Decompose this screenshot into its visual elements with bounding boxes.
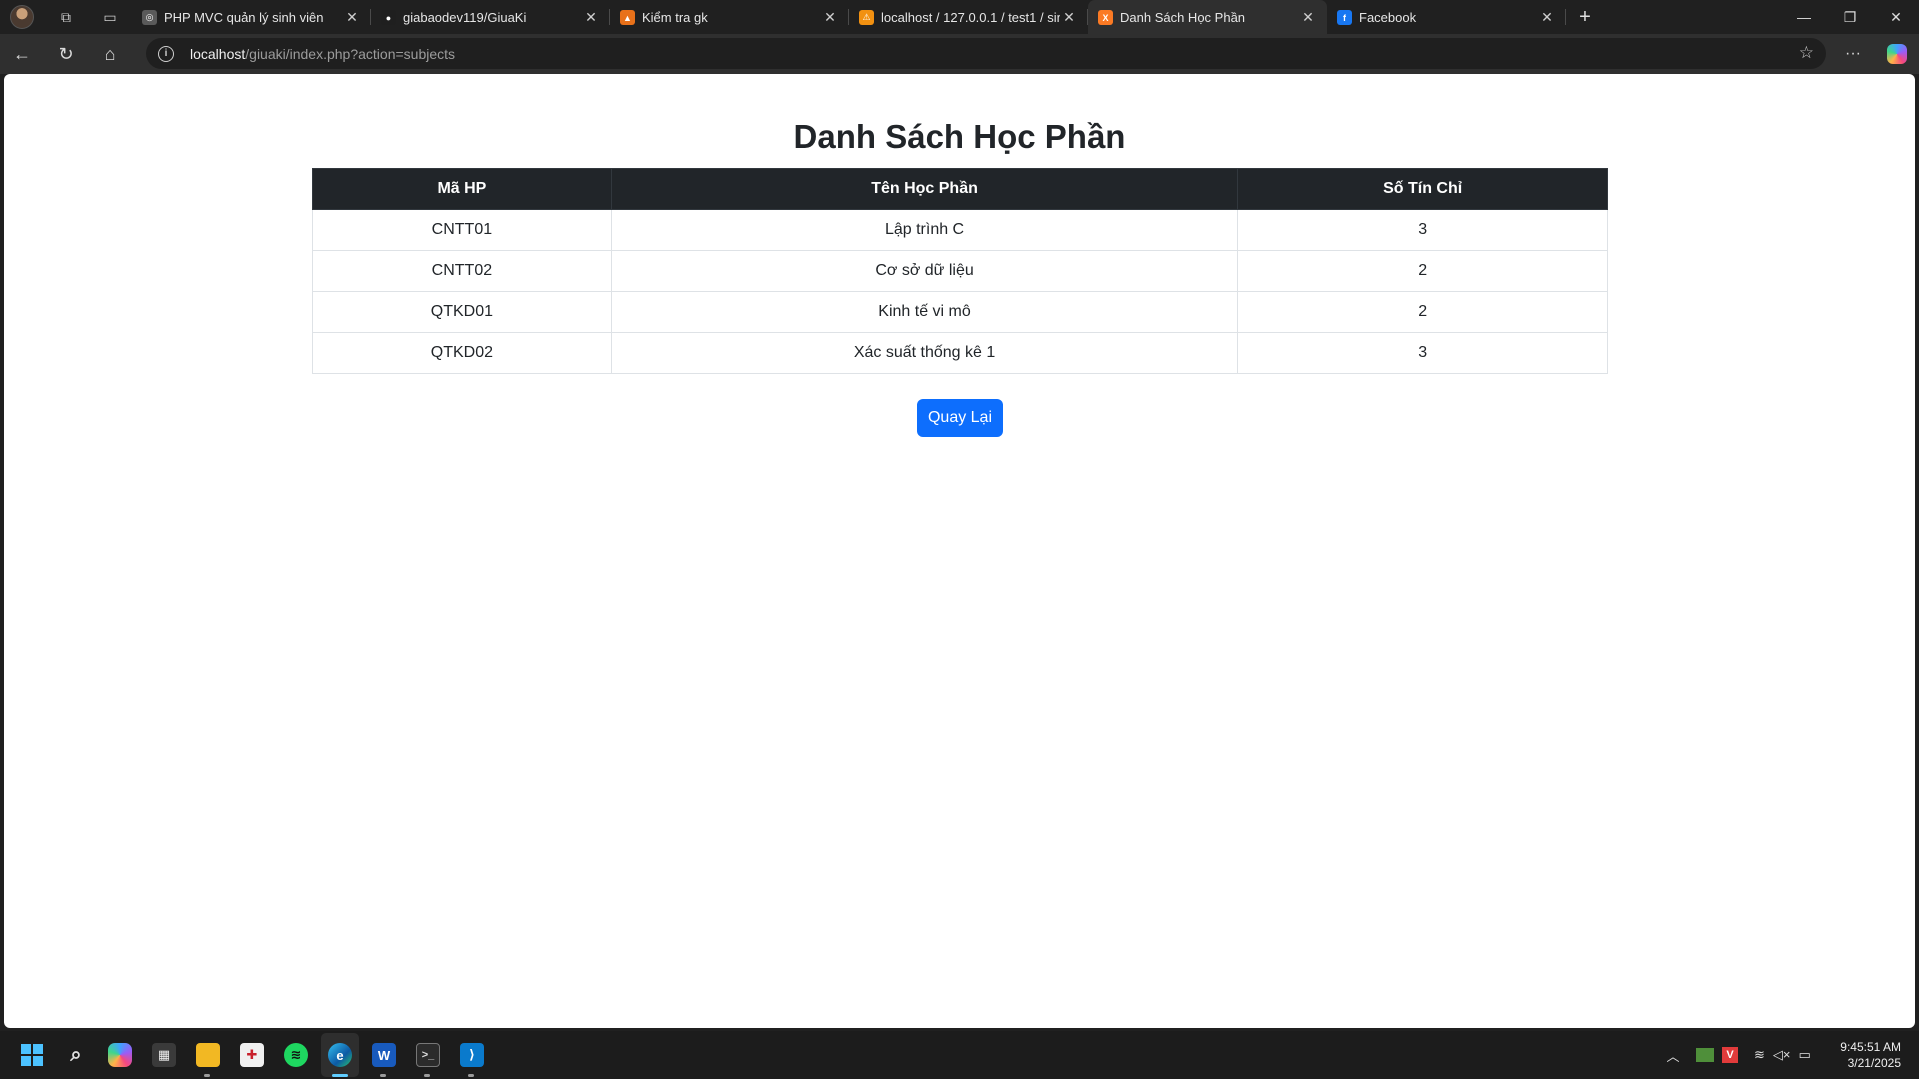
running-indicator: [424, 1074, 430, 1077]
browser-tab[interactable]: X Danh Sách Học Phần ✕: [1088, 0, 1327, 34]
url-path: /giuaki/index.php?action=subjects: [245, 45, 456, 62]
favorite-star-icon[interactable]: ☆: [1799, 43, 1814, 63]
column-header-name: Tên Học Phần: [610, 168, 1239, 210]
windows-start-icon[interactable]: [20, 1043, 44, 1067]
workspaces-icon[interactable]: ⧉: [44, 0, 88, 34]
page-viewport: Danh Sách Học Phần Mã HP Tên Học Phần Số…: [4, 74, 1915, 1028]
copilot-button[interactable]: [1875, 34, 1919, 74]
minimize-icon[interactable]: —: [1781, 0, 1827, 34]
app-grid-icon[interactable]: ✚: [240, 1043, 264, 1067]
clock-time: 9:45:51 AM: [1840, 1040, 1901, 1054]
spotify-icon[interactable]: ≋: [284, 1043, 308, 1067]
taskbar: ⌕ ▦ ✚ ≋ e W >_ ⟩ ︿ V ≋ ◁× ▭ 9:45:51 AM 3…: [0, 1031, 1919, 1079]
vivaldi-tray-icon[interactable]: V: [1722, 1047, 1738, 1063]
new-tab-button[interactable]: +: [1566, 0, 1604, 34]
tab-title: Facebook: [1359, 9, 1417, 25]
clock-date: 3/21/2025: [1847, 1056, 1901, 1070]
cell-code: QTKD02: [312, 332, 612, 374]
browser-tab[interactable]: ◎ PHP MVC quản lý sinh viên ✕: [132, 0, 371, 34]
file-explorer-icon[interactable]: [196, 1043, 220, 1067]
column-header-credits: Số Tín Chỉ: [1237, 168, 1608, 210]
tab-title: localhost / 127.0.0.1 / test1 / sinh: [881, 9, 1060, 25]
cell-credits: 2: [1237, 250, 1608, 292]
close-window-icon[interactable]: ✕: [1873, 0, 1919, 34]
tray-app-icon[interactable]: [1696, 1048, 1714, 1062]
clock[interactable]: 9:45:51 AM 3/21/2025: [1840, 1039, 1901, 1071]
site-info-icon[interactable]: i: [158, 45, 174, 62]
globe-icon: ◎: [142, 10, 157, 25]
cell-credits: 3: [1237, 209, 1608, 251]
tab-title: PHP MVC quản lý sinh viên: [164, 9, 324, 25]
github-icon: ●: [381, 10, 396, 25]
tab-close-icon[interactable]: ✕: [821, 9, 839, 26]
cell-code: CNTT01: [312, 209, 612, 251]
system-tray: ︿ V ≋ ◁× ▭: [1660, 1031, 1811, 1079]
table-row: QTKD01 Kinh tế vi mô 2: [312, 291, 1608, 333]
copilot-icon: [1887, 44, 1907, 64]
browser-tab[interactable]: f Facebook ✕: [1327, 0, 1566, 34]
tab-close-icon[interactable]: ✕: [582, 9, 600, 26]
table-header-row: Mã HP Tên Học Phần Số Tín Chỉ: [312, 168, 1608, 210]
window-controls: — ❐ ✕: [1781, 0, 1919, 34]
refresh-icon[interactable]: ↻: [44, 34, 88, 74]
cell-code: CNTT02: [312, 250, 612, 292]
tab-strip: ⧉ ▭ ◎ PHP MVC quản lý sinh viên ✕ ● giabaode…: [0, 0, 1919, 34]
vscode-icon[interactable]: ⟩: [460, 1043, 484, 1067]
xampp-icon: X: [1098, 10, 1113, 25]
cell-credits: 3: [1237, 332, 1608, 374]
tab-actions-icon[interactable]: ▭: [88, 0, 132, 34]
url-host: localhost: [190, 45, 246, 62]
running-indicator: [332, 1074, 348, 1077]
store-icon[interactable]: ▦: [152, 1043, 176, 1067]
address-bar[interactable]: i localhost/giuaki/index.php?action=subj…: [146, 38, 1826, 69]
cell-code: QTKD01: [312, 291, 612, 333]
page-title: Danh Sách Học Phần: [793, 118, 1126, 155]
tab-title: giabaodev119/GiuaKi: [403, 9, 527, 25]
phpmyadmin-icon: ⚠: [859, 10, 874, 25]
show-hidden-icons-icon[interactable]: ︿: [1660, 1046, 1686, 1065]
back-arrow-icon[interactable]: ←: [0, 34, 44, 74]
table-row: CNTT02 Cơ sở dữ liệu 2: [312, 250, 1608, 292]
profile-button[interactable]: [0, 0, 44, 34]
search-icon[interactable]: ⌕: [64, 1043, 88, 1067]
restore-icon[interactable]: ❐: [1827, 0, 1873, 34]
table-row: CNTT01 Lập trình C 3: [312, 209, 1608, 251]
facebook-icon: f: [1337, 10, 1352, 25]
wifi-icon[interactable]: ≋: [1754, 1047, 1765, 1063]
volume-muted-icon[interactable]: ◁×: [1773, 1047, 1791, 1063]
edge-icon[interactable]: e: [328, 1043, 352, 1067]
cell-name: Xác suất thống kê 1: [610, 332, 1239, 374]
tab-separator: [1565, 9, 1566, 25]
cell-name: Lập trình C: [610, 209, 1239, 251]
back-button[interactable]: Quay Lại: [917, 399, 1003, 437]
tab-close-icon[interactable]: ✕: [1538, 9, 1556, 26]
subjects-table: Mã HP Tên Học Phần Số Tín Chỉ CNTT01 Lập…: [312, 168, 1608, 374]
browser-tab[interactable]: ● giabaodev119/GiuaKi ✕: [371, 0, 610, 34]
running-indicator: [380, 1074, 386, 1077]
tab-close-icon[interactable]: ✕: [343, 9, 361, 26]
terminal-icon[interactable]: >_: [416, 1043, 440, 1067]
battery-icon[interactable]: ▭: [1799, 1047, 1811, 1063]
browser-tab[interactable]: ⚠ localhost / 127.0.0.1 / test1 / sinh ✕: [849, 0, 1088, 34]
assignment-icon: ▲: [620, 10, 635, 25]
table-row: QTKD02 Xác suất thống kê 1 3: [312, 332, 1608, 374]
copilot-app-icon[interactable]: [108, 1043, 132, 1067]
cell-credits: 2: [1237, 291, 1608, 333]
running-indicator: [468, 1074, 474, 1077]
tab-close-icon[interactable]: ✕: [1060, 9, 1078, 26]
tab-close-icon[interactable]: ✕: [1299, 9, 1317, 26]
cell-name: Cơ sở dữ liệu: [610, 250, 1239, 292]
more-menu-icon[interactable]: ···: [1831, 34, 1875, 74]
browser-tab[interactable]: ▲ Kiểm tra gk ✕: [610, 0, 849, 34]
home-icon[interactable]: ⌂: [88, 34, 132, 74]
cell-name: Kinh tế vi mô: [610, 291, 1239, 333]
navigation-bar: ← ↻ ⌂ i localhost/giuaki/index.php?actio…: [0, 34, 1919, 74]
tab-title: Danh Sách Học Phần: [1120, 9, 1246, 25]
avatar: [10, 5, 34, 29]
tab-title: Kiểm tra gk: [642, 9, 708, 25]
word-icon[interactable]: W: [372, 1043, 396, 1067]
running-indicator: [204, 1074, 210, 1077]
column-header-code: Mã HP: [312, 168, 612, 210]
